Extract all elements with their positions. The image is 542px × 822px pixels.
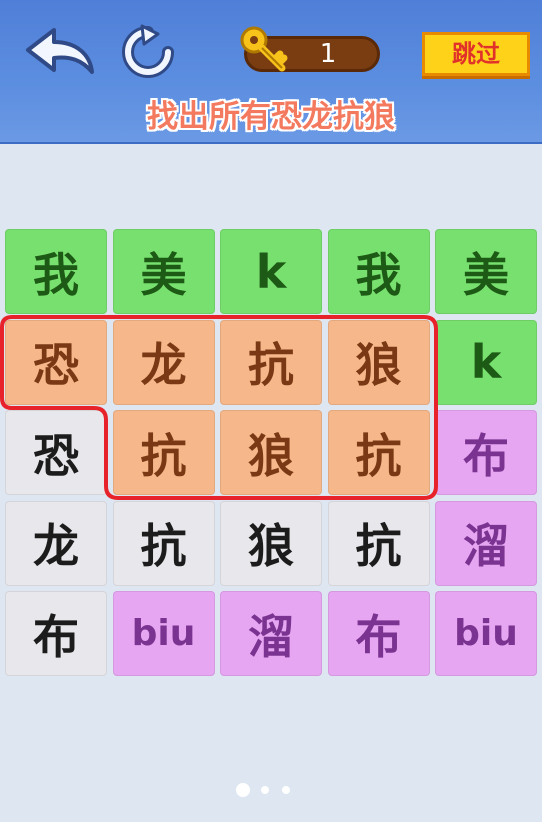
grid-tile[interactable]: 狼 <box>327 319 430 405</box>
page-indicator <box>236 783 306 797</box>
grid-tile[interactable]: 抗 <box>327 500 430 586</box>
grid-tile[interactable]: 抗 <box>112 500 215 586</box>
grid-tile[interactable]: 恐 <box>5 410 107 495</box>
level-title: 找出所有恐龙抗狼 <box>147 99 395 135</box>
restart-icon[interactable] <box>118 24 178 80</box>
grid-tile[interactable]: 布 <box>327 591 430 676</box>
page-dot <box>261 786 269 794</box>
grid-tile[interactable]: 狼 <box>220 500 322 586</box>
grid-tile[interactable]: 我 <box>327 229 430 314</box>
back-arrow-icon[interactable] <box>24 26 96 78</box>
grid-tile[interactable]: 狼 <box>220 410 322 495</box>
key-count: 1 <box>319 39 337 69</box>
page-dot <box>282 786 290 794</box>
grid-tile[interactable]: 溜 <box>220 591 322 676</box>
grid-tile[interactable]: 布 <box>5 591 107 676</box>
grid-tile[interactable]: 龙 <box>5 500 107 586</box>
grid-tile[interactable]: 布 <box>435 410 537 495</box>
word-grid: 我美 k 我美恐龙抗狼 k 恐抗狼抗布龙抗狼抗溜布 biu 溜布 biu <box>5 229 537 676</box>
grid-tile[interactable]: 抗 <box>220 319 322 405</box>
grid-tile[interactable]: k <box>435 319 537 405</box>
grid-tile[interactable]: 龙 <box>112 319 215 405</box>
skip-button[interactable]: 跳过 <box>422 32 530 76</box>
grid-tile[interactable]: k <box>220 229 322 314</box>
top-bar: 1 跳过 找出所有恐龙抗狼 <box>0 0 542 144</box>
grid-tile[interactable]: 恐 <box>5 319 107 405</box>
grid-tile[interactable]: 我 <box>5 229 107 314</box>
grid-tile[interactable]: 溜 <box>435 500 537 586</box>
grid-tile[interactable]: biu <box>112 591 215 676</box>
page-dot-active <box>236 783 250 797</box>
key-icon <box>240 26 288 72</box>
grid-tile[interactable]: 美 <box>435 229 537 314</box>
grid-tile[interactable]: 抗 <box>327 410 430 495</box>
grid-tile[interactable]: 美 <box>112 229 215 314</box>
grid-tile[interactable]: 抗 <box>112 410 215 495</box>
grid-tile[interactable]: biu <box>435 591 537 676</box>
